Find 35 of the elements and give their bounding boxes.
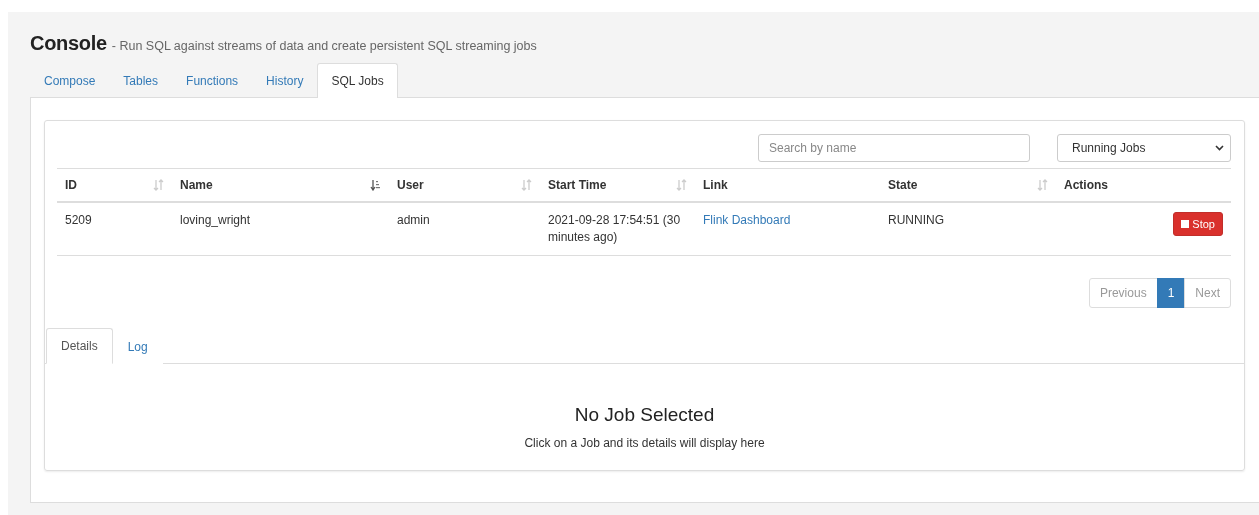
empty-state-message: Click on a Job and its details will display here xyxy=(524,436,765,450)
tab[interactable]: Compose xyxy=(30,63,110,98)
column-header: ID xyxy=(65,178,77,192)
stop-icon xyxy=(1181,220,1190,228)
table-cell: admin xyxy=(397,212,430,229)
column-header: Name xyxy=(180,178,213,192)
column-header: User xyxy=(397,178,424,192)
empty-state-title: No Job Selected xyxy=(574,404,715,426)
sort-ascending-icon[interactable] xyxy=(370,179,381,191)
tab[interactable]: SQL Jobs xyxy=(317,63,398,98)
column-header: State xyxy=(888,178,918,192)
column-header: Start Time xyxy=(548,178,607,192)
sort-icon[interactable] xyxy=(1037,179,1048,191)
page-title: Console xyxy=(30,32,107,55)
table-cell: 5209 xyxy=(65,212,92,229)
tab[interactable]: History xyxy=(252,63,318,98)
job-filter-select[interactable]: Running Jobs xyxy=(1057,134,1231,162)
table-cell: loving_wright xyxy=(180,212,251,229)
tab[interactable]: Functions xyxy=(172,63,253,98)
sort-icon[interactable] xyxy=(676,179,687,191)
dashboard-link[interactable]: Flink Dashboard xyxy=(703,212,791,229)
chevron-down-icon xyxy=(1215,145,1224,151)
column-header: Link xyxy=(703,178,728,192)
sort-icon[interactable] xyxy=(521,179,532,191)
tab[interactable]: Tables xyxy=(109,63,173,98)
table-cell-text: 2021-09-28 17:54:51 (30 minutes ago) xyxy=(548,212,682,246)
page-subtitle: - Run SQL against streams of data and create persistent SQL streaming jobs xyxy=(111,39,537,53)
table-cell: RUNNING xyxy=(888,212,944,229)
next-button[interactable]: Next xyxy=(1184,278,1231,308)
column-header: Actions xyxy=(1064,178,1108,192)
stop-button[interactable]: Stop xyxy=(1173,212,1223,236)
sort-icon[interactable] xyxy=(153,179,164,191)
tab[interactable]: Details xyxy=(46,328,113,364)
previous-button[interactable]: Previous xyxy=(1088,278,1158,308)
search-field[interactable]: Search by name xyxy=(758,134,1030,162)
